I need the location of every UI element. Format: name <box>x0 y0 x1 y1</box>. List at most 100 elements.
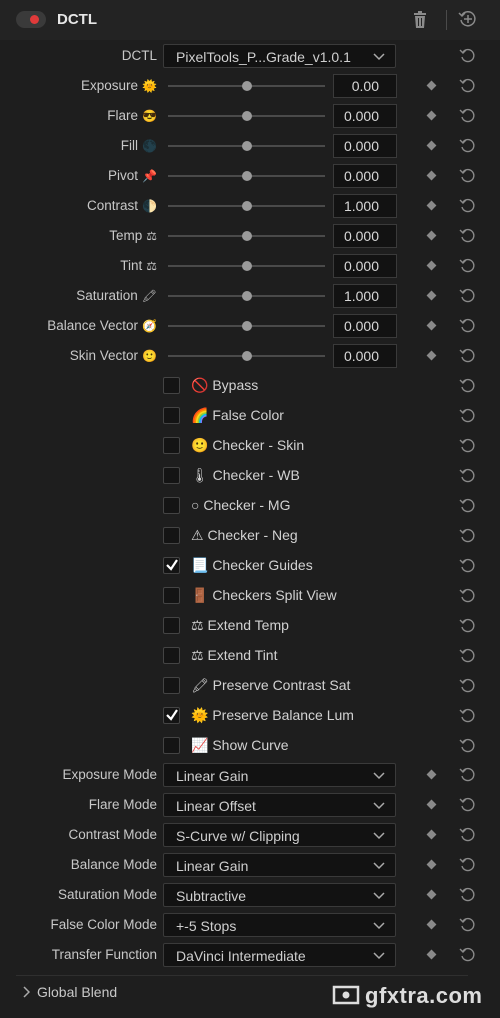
checkbox[interactable] <box>163 497 180 514</box>
checkbox[interactable] <box>163 677 180 694</box>
slider-track[interactable] <box>168 291 325 301</box>
keyframe-diamond-icon[interactable] <box>426 889 437 900</box>
reset-icon[interactable] <box>459 257 477 275</box>
slider-handle[interactable] <box>241 291 252 301</box>
add-reset-icon[interactable] <box>458 9 478 29</box>
keyframe-diamond-icon[interactable] <box>426 949 437 960</box>
reset-icon[interactable] <box>459 497 477 515</box>
slider-handle[interactable] <box>241 81 252 91</box>
keyframe-diamond-icon[interactable] <box>426 350 437 361</box>
checkbox[interactable] <box>163 467 180 484</box>
slider-track[interactable] <box>168 351 325 361</box>
mode-dropdown[interactable]: +-5 Stops <box>163 913 396 937</box>
checkbox[interactable] <box>163 707 180 724</box>
mode-dropdown[interactable]: Linear Gain <box>163 853 396 877</box>
checkbox[interactable] <box>163 587 180 604</box>
keyframe-diamond-icon[interactable] <box>426 140 437 151</box>
checkbox[interactable] <box>163 617 180 634</box>
reset-icon[interactable] <box>459 647 477 665</box>
reset-icon[interactable] <box>459 796 477 814</box>
keyframe-diamond-icon[interactable] <box>426 769 437 780</box>
reset-icon[interactable] <box>459 856 477 874</box>
slider-track[interactable] <box>168 171 325 181</box>
keyframe-diamond-icon[interactable] <box>426 799 437 810</box>
slider-track[interactable] <box>168 261 325 271</box>
checkbox[interactable] <box>163 377 180 394</box>
slider-track[interactable] <box>168 231 325 241</box>
keyframe-diamond-icon[interactable] <box>426 320 437 331</box>
trash-icon[interactable] <box>412 11 428 29</box>
dctl-dropdown[interactable]: PixelTools_P...Grade_v1.0.1 <box>163 44 396 68</box>
keyframe-diamond-icon[interactable] <box>426 829 437 840</box>
keyframe-diamond-icon[interactable] <box>426 170 437 181</box>
reset-icon[interactable] <box>459 137 477 155</box>
reset-icon[interactable] <box>459 707 477 725</box>
slider-value-field[interactable]: 0.000 <box>333 314 397 338</box>
reset-icon[interactable] <box>459 437 477 455</box>
slider-value-field[interactable]: 0.00 <box>333 74 397 98</box>
mode-dropdown[interactable]: S-Curve w/ Clipping <box>163 823 396 847</box>
reset-icon[interactable] <box>459 916 477 934</box>
slider-handle[interactable] <box>241 321 252 331</box>
checkbox[interactable] <box>163 527 180 544</box>
slider-value-field[interactable]: 1.000 <box>333 284 397 308</box>
mode-dropdown[interactable]: Linear Gain <box>163 763 396 787</box>
slider-value-field[interactable]: 0.000 <box>333 164 397 188</box>
keyframe-diamond-icon[interactable] <box>426 859 437 870</box>
reset-icon[interactable] <box>459 77 477 95</box>
slider-value-field[interactable]: 0.000 <box>333 254 397 278</box>
reset-icon[interactable] <box>459 107 477 125</box>
reset-icon[interactable] <box>459 677 477 695</box>
keyframe-diamond-icon[interactable] <box>426 110 437 121</box>
slider-track[interactable] <box>168 141 325 151</box>
reset-icon[interactable] <box>459 227 477 245</box>
slider-value-field[interactable]: 0.000 <box>333 224 397 248</box>
keyframe-diamond-icon[interactable] <box>426 200 437 211</box>
keyframe-diamond-icon[interactable] <box>426 919 437 930</box>
slider-handle[interactable] <box>241 171 252 181</box>
reset-icon[interactable] <box>459 557 477 575</box>
slider-track[interactable] <box>168 201 325 211</box>
chevron-right-icon[interactable] <box>22 986 30 998</box>
slider-value-field[interactable]: 0.000 <box>333 134 397 158</box>
reset-icon[interactable] <box>459 287 477 305</box>
reset-icon[interactable] <box>459 766 477 784</box>
slider-handle[interactable] <box>241 351 252 361</box>
slider-handle[interactable] <box>241 141 252 151</box>
reset-icon[interactable] <box>459 197 477 215</box>
checkbox[interactable] <box>163 737 180 754</box>
slider-track[interactable] <box>168 81 325 91</box>
keyframe-diamond-icon[interactable] <box>426 290 437 301</box>
checkbox[interactable] <box>163 437 180 454</box>
reset-icon[interactable] <box>459 317 477 335</box>
slider-handle[interactable] <box>241 201 252 211</box>
slider-value-field[interactable]: 0.000 <box>333 104 397 128</box>
mode-dropdown[interactable]: Linear Offset <box>163 793 396 817</box>
slider-value-field[interactable]: 1.000 <box>333 194 397 218</box>
reset-icon[interactable] <box>459 587 477 605</box>
mode-dropdown[interactable]: DaVinci Intermediate <box>163 943 396 967</box>
checkbox[interactable] <box>163 557 180 574</box>
reset-icon[interactable] <box>459 737 477 755</box>
slider-track[interactable] <box>168 321 325 331</box>
keyframe-diamond-icon[interactable] <box>426 80 437 91</box>
slider-value-field[interactable]: 0.000 <box>333 344 397 368</box>
reset-icon[interactable] <box>459 347 477 365</box>
slider-handle[interactable] <box>241 111 252 121</box>
slider-track[interactable] <box>168 111 325 121</box>
reset-icon[interactable] <box>459 377 477 395</box>
reset-icon[interactable] <box>459 527 477 545</box>
reset-icon[interactable] <box>459 47 477 65</box>
keyframe-diamond-icon[interactable] <box>426 230 437 241</box>
slider-handle[interactable] <box>241 231 252 241</box>
reset-icon[interactable] <box>459 886 477 904</box>
slider-handle[interactable] <box>241 261 252 271</box>
reset-icon[interactable] <box>459 946 477 964</box>
reset-icon[interactable] <box>459 167 477 185</box>
reset-icon[interactable] <box>459 467 477 485</box>
mode-dropdown[interactable]: Subtractive <box>163 883 396 907</box>
enable-toggle[interactable] <box>16 11 46 28</box>
checkbox[interactable] <box>163 647 180 664</box>
keyframe-diamond-icon[interactable] <box>426 260 437 271</box>
reset-icon[interactable] <box>459 826 477 844</box>
